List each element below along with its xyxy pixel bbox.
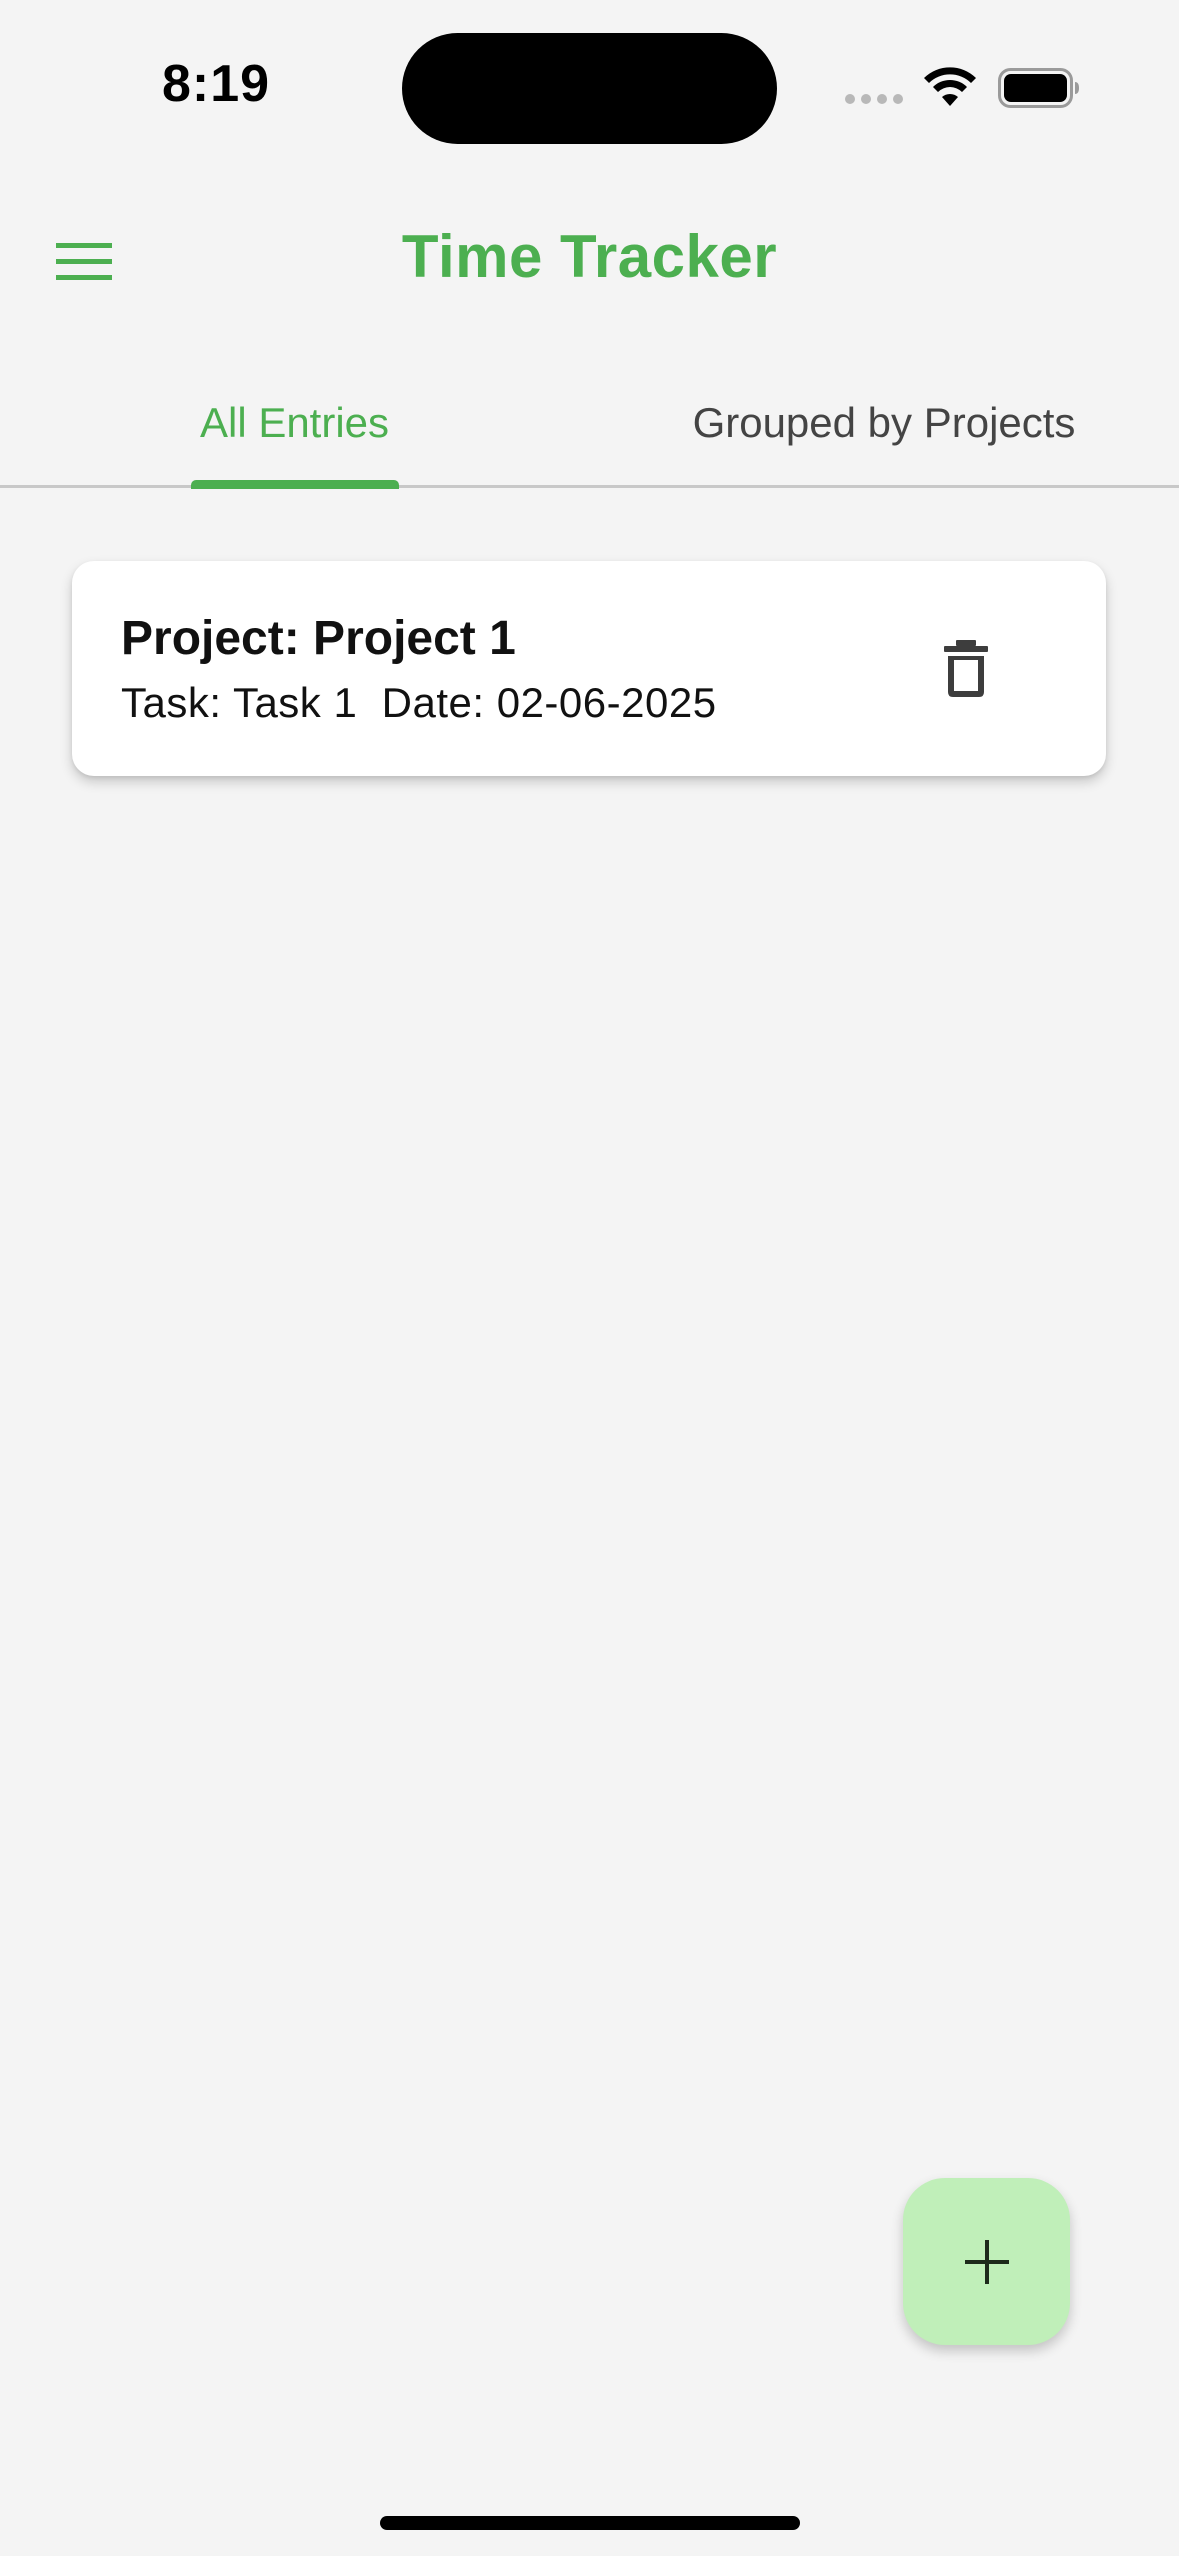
delete-entry-button[interactable] <box>918 621 1014 717</box>
entry-card[interactable]: Project: Project 1 Task: Task 1 Date: 02… <box>72 561 1106 776</box>
tab-grouped-by-projects[interactable]: Grouped by Projects <box>589 360 1179 485</box>
status-time: 8:19 <box>162 55 271 113</box>
wifi-icon <box>924 67 976 106</box>
tab-all-entries[interactable]: All Entries <box>0 360 589 485</box>
battery-icon <box>998 68 1079 108</box>
cellular-signal-icon <box>845 94 903 104</box>
trash-icon <box>944 640 988 697</box>
tab-bar: All Entries Grouped by Projects <box>0 360 1179 488</box>
dynamic-island <box>402 33 777 144</box>
tab-selected-indicator <box>191 480 399 489</box>
home-indicator[interactable] <box>380 2516 800 2530</box>
add-entry-button[interactable] <box>903 2178 1070 2345</box>
plus-icon <box>964 2239 1009 2284</box>
entry-details: Task: Task 1 Date: 02-06-2025 <box>121 679 717 726</box>
page-title: Time Tracker <box>401 223 778 290</box>
entry-project: Project: Project 1 <box>121 612 516 665</box>
